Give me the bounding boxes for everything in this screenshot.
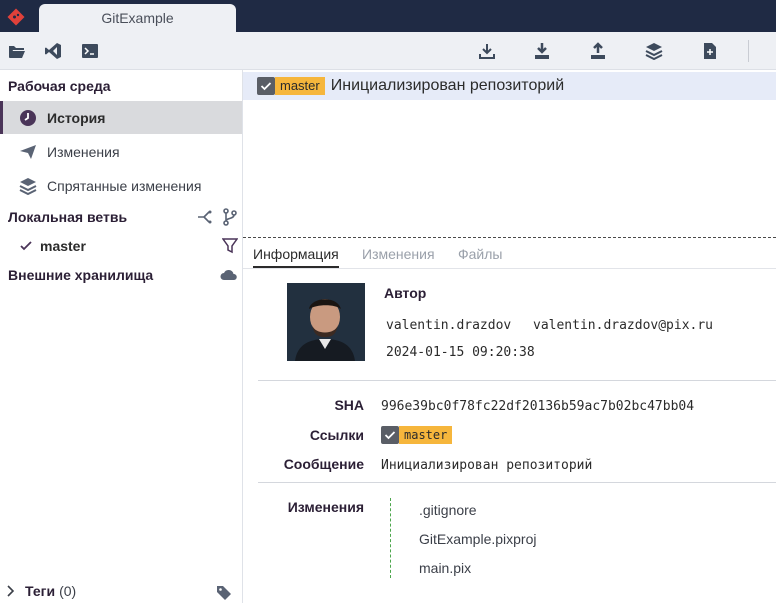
- send-icon: [18, 142, 38, 162]
- sidebar-item-history[interactable]: История: [0, 101, 242, 134]
- commit-message: Инициализирован репозиторий: [330, 77, 565, 94]
- fetch-icon[interactable]: [476, 40, 498, 62]
- local-branch-title: Локальная ветвь: [8, 209, 128, 225]
- tags-count: (0): [59, 583, 77, 599]
- patch-icon[interactable]: [699, 40, 721, 62]
- tab-gitexample[interactable]: GitExample: [39, 4, 236, 32]
- folder-open-icon[interactable]: [6, 40, 28, 62]
- tab-changes[interactable]: Изменения: [362, 246, 435, 268]
- check-icon: [20, 241, 32, 251]
- splitter[interactable]: [243, 237, 776, 238]
- file-item[interactable]: .gitignore: [419, 502, 477, 518]
- sidebar-item-label: Спрятанные изменения: [47, 177, 202, 194]
- author-email[interactable]: valentin.drazdov@pix.ru: [533, 318, 713, 333]
- refs-label: Ссылки: [309, 427, 364, 443]
- push-icon[interactable]: [587, 40, 609, 62]
- toolbar-separator: [748, 40, 749, 62]
- author-name: valentin.drazdov: [386, 318, 512, 333]
- remotes-title: Внешние хранилища: [8, 267, 154, 283]
- sidebar-item-label: Изменения: [47, 143, 120, 160]
- clock-icon: [18, 108, 38, 128]
- tags-section[interactable]: Теги (0): [6, 583, 76, 599]
- new-branch-icon[interactable]: [221, 208, 239, 226]
- tree-line: [390, 498, 391, 578]
- sha-label: SHA: [334, 397, 364, 413]
- sidebar: Рабочая среда История Изменения Спрятанн…: [0, 70, 243, 603]
- cloud-add-icon[interactable]: [220, 266, 238, 284]
- visual-studio-icon[interactable]: [42, 40, 64, 62]
- chevron-right-icon: [7, 585, 15, 597]
- tab-files[interactable]: Файлы: [458, 246, 502, 268]
- check-icon: [381, 426, 399, 444]
- file-item[interactable]: GitExample.pixproj: [419, 531, 537, 547]
- branch-compare-icon[interactable]: [195, 208, 213, 226]
- changes-label: Изменения: [287, 499, 364, 515]
- branch-name: master: [40, 238, 86, 254]
- sidebar-item-changes[interactable]: Изменения: [0, 135, 242, 168]
- toolbar: [0, 32, 776, 70]
- title-bar: GitExample: [0, 0, 776, 32]
- message-value: Инициализирован репозиторий: [381, 458, 593, 473]
- sidebar-item-label: История: [47, 109, 106, 126]
- file-item[interactable]: main.pix: [419, 560, 471, 576]
- filter-icon[interactable]: [221, 237, 239, 255]
- commit-date: 2024-01-15 09:20:38: [386, 345, 535, 360]
- tabs-underline: [243, 268, 776, 269]
- divider: [258, 380, 776, 381]
- commit-row[interactable]: master Инициализирован репозиторий: [243, 72, 776, 100]
- stash-icon[interactable]: [643, 40, 665, 62]
- message-label: Сообщение: [283, 456, 364, 472]
- branch-tag: master: [275, 77, 325, 95]
- layers-icon: [18, 176, 38, 196]
- avatar: [287, 283, 365, 361]
- check-icon: [257, 77, 275, 95]
- branch-item-master[interactable]: master: [20, 238, 86, 254]
- add-tag-icon[interactable]: [215, 584, 233, 602]
- terminal-icon[interactable]: [79, 40, 101, 62]
- pull-icon[interactable]: [531, 40, 553, 62]
- app-logo-icon: [7, 8, 25, 26]
- refs-badge: master: [381, 426, 453, 444]
- divider: [258, 482, 776, 483]
- branch-tag: master: [399, 426, 453, 444]
- tags-label: Теги: [25, 583, 56, 599]
- sidebar-item-stashes[interactable]: Спрятанные изменения: [0, 169, 242, 202]
- sha-value[interactable]: 996e39bc0f78fc22df20136b59ac7b02bc47bb04: [381, 399, 694, 414]
- author-title: Автор: [384, 285, 427, 301]
- tab-info[interactable]: Информация: [253, 246, 339, 268]
- workspace-title: Рабочая среда: [8, 78, 111, 94]
